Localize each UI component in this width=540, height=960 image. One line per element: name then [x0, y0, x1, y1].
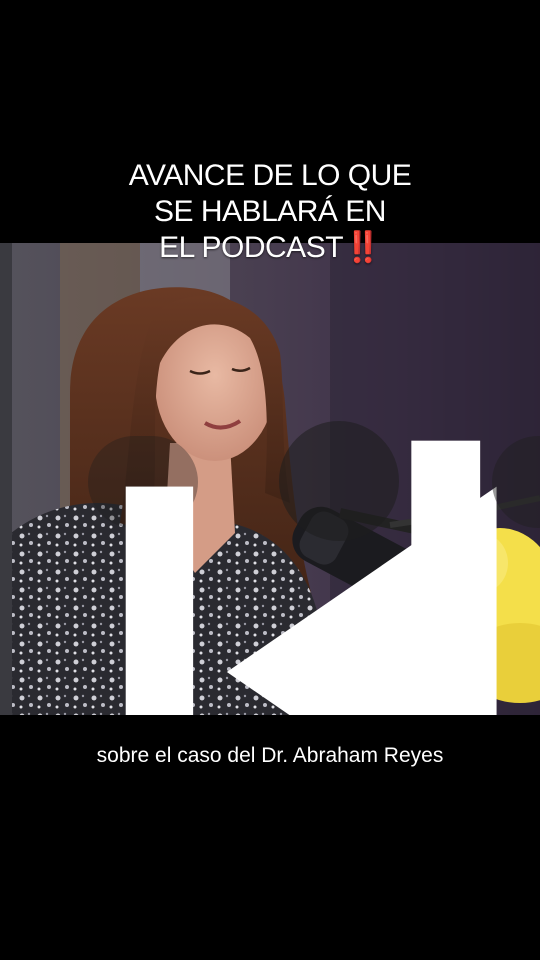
pause-button[interactable] — [279, 421, 481, 715]
play-next-icon — [424, 436, 540, 715]
next-button[interactable] — [492, 436, 540, 528]
title-line-3-text: EL PODCAST — [159, 231, 344, 264]
video-frame[interactable]: SM7 — [0, 243, 540, 715]
video-screen[interactable]: AVANCE DE LO QUE SE HABLARÁ EN EL PODCAS… — [0, 0, 540, 960]
title-line-3: EL PODCAST‼️ — [0, 230, 540, 266]
title-line-2: SE HABLARÁ EN — [154, 195, 386, 228]
title-overlay: AVANCE DE LO QUE SE HABLARÁ EN EL PODCAS… — [0, 158, 540, 266]
caption-text: sobre el caso del Dr. Abraham Reyes — [96, 744, 444, 767]
double-exclamation-icon: ‼️ — [344, 231, 381, 264]
previous-button[interactable] — [88, 436, 497, 715]
title-line-1: AVANCE DE LO QUE — [128, 159, 412, 192]
